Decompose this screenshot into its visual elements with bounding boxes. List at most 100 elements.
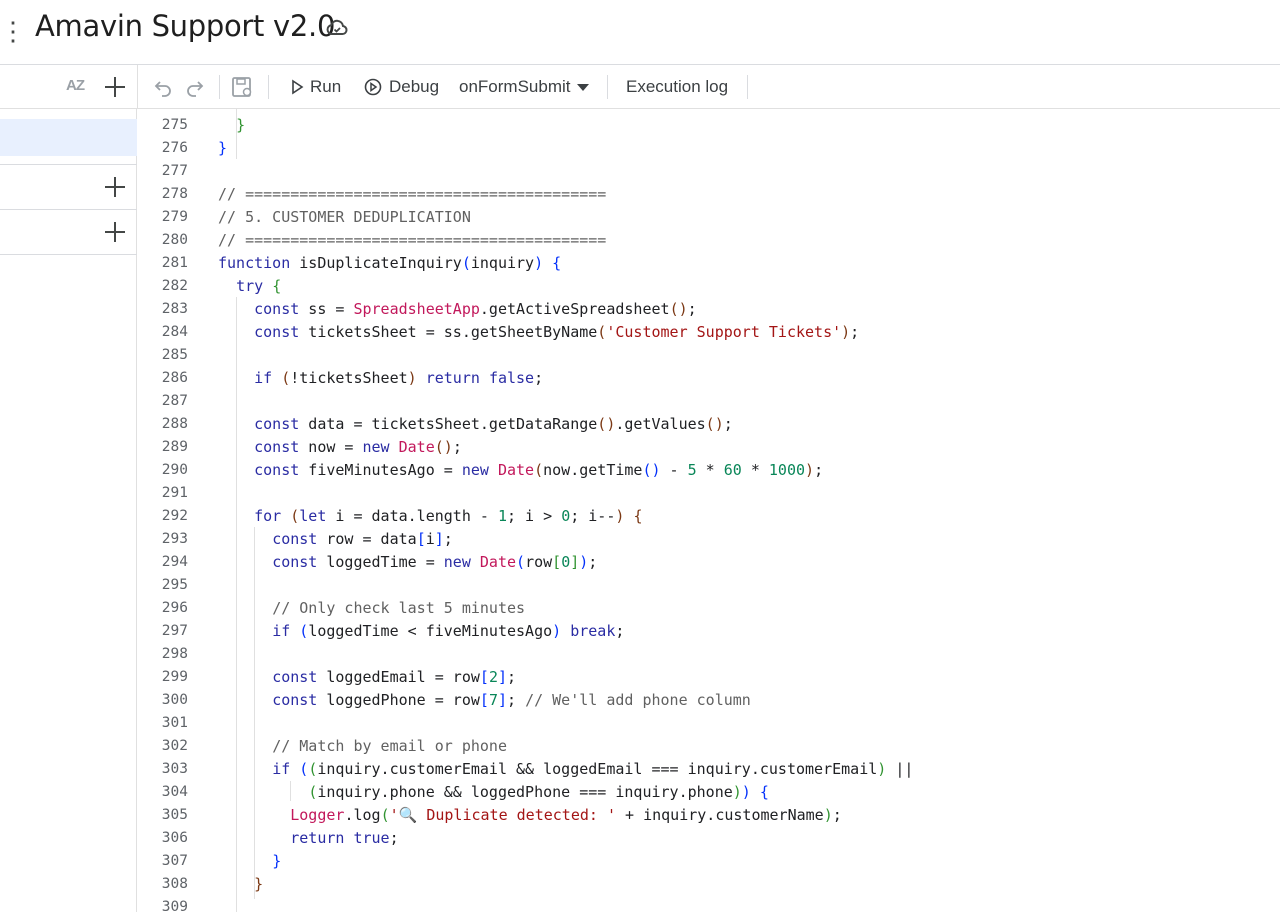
code-line[interactable]: 302 // Match by email or phone [138, 735, 1280, 758]
code-token: 0 [561, 507, 571, 525]
save-icon[interactable] [230, 75, 254, 99]
code-token: .getValues [615, 415, 706, 433]
code-token: * [696, 461, 724, 479]
code-line[interactable]: 298 [138, 643, 1280, 666]
code-token: ) [823, 806, 833, 824]
code-text: const ss = SpreadsheetApp.getActiveSprea… [218, 298, 697, 321]
execution-log-button[interactable]: Execution log [626, 65, 728, 109]
code-line[interactable]: 306 return true; [138, 827, 1280, 850]
code-line[interactable]: 300 const loggedPhone = row[7]; // We'll… [138, 689, 1280, 712]
code-token: ) [534, 254, 544, 272]
project-title[interactable]: Amavin Support v2.0 [35, 9, 335, 43]
toolbar-separator [219, 75, 220, 99]
code-token: [ [479, 691, 489, 709]
code-token: } [236, 116, 246, 134]
code-token: ( [308, 783, 318, 801]
active-file-item[interactable] [0, 119, 137, 156]
add-file-button[interactable] [103, 75, 127, 99]
line-number: 279 [161, 209, 188, 225]
code-line[interactable]: 309 [138, 896, 1280, 912]
code-text: } [218, 850, 281, 873]
code-token: ; [723, 415, 733, 433]
code-text: // =====================================… [218, 183, 606, 206]
code-token: loggedPhone = row [317, 691, 480, 709]
code-line[interactable]: 284 const ticketsSheet = ss.getSheetByNa… [138, 321, 1280, 344]
code-line[interactable]: 289 const now = new Date(); [138, 436, 1280, 459]
code-line[interactable]: 308 } [138, 873, 1280, 896]
code-line[interactable]: 278 // ==================================… [138, 183, 1280, 206]
app-menu-icon[interactable]: ⋮ [0, 18, 26, 44]
code-token: if [254, 369, 273, 387]
code-line[interactable]: 305 Logger.log('🔍 Duplicate detected: ' … [138, 804, 1280, 827]
code-token: 60 [723, 461, 742, 479]
code-text: const data = ticketsSheet.getDataRange()… [218, 413, 733, 436]
code-line[interactable]: 286 if (!ticketsSheet) return false; [138, 367, 1280, 390]
code-line[interactable]: 281 function isDuplicateInquiry(inquiry) … [138, 252, 1280, 275]
code-token: 1000 [768, 461, 806, 479]
line-number: 291 [161, 485, 188, 501]
code-line[interactable]: 292 for (let i = data.length - 1; i > 0;… [138, 505, 1280, 528]
code-token: ( [597, 323, 607, 341]
code-line[interactable]: 275 } [138, 114, 1280, 137]
code-line[interactable]: 280 // ==================================… [138, 229, 1280, 252]
code-token: const [272, 553, 318, 571]
code-line[interactable]: 299 const loggedEmail = row[2]; [138, 666, 1280, 689]
line-number: 292 [161, 508, 188, 524]
function-select[interactable]: onFormSubmit [459, 65, 596, 109]
code-line[interactable]: 296 // Only check last 5 minutes [138, 597, 1280, 620]
code-token: let [299, 507, 327, 525]
code-token: const [254, 438, 300, 456]
line-number: 285 [161, 347, 188, 363]
line-number: 304 [161, 784, 188, 800]
code-line[interactable]: 303 if ((inquiry.customerEmail && logged… [138, 758, 1280, 781]
code-token: isDuplicateInquiry [290, 254, 462, 272]
code-line[interactable]: 304 (inquiry.phone && loggedPhone === in… [138, 781, 1280, 804]
code-token: SpreadsheetApp [353, 300, 480, 318]
add-service-button[interactable] [103, 220, 127, 244]
code-line[interactable]: 290 const fiveMinutesAgo = new Date(now.… [138, 459, 1280, 482]
code-token: Logger [290, 806, 345, 824]
code-line[interactable]: 297 if (loggedTime < fiveMinutesAgo) bre… [138, 620, 1280, 643]
undo-icon[interactable] [151, 75, 175, 99]
code-token: // 5. CUSTOMER DEDUPLICATION [218, 208, 471, 226]
add-library-button[interactable] [103, 175, 127, 199]
line-number: 282 [161, 278, 188, 294]
code-line[interactable]: 285 [138, 344, 1280, 367]
code-line[interactable]: 287 [138, 390, 1280, 413]
code-text: if (!ticketsSheet) return false; [218, 367, 543, 390]
cloud-saved-icon[interactable] [325, 16, 349, 40]
code-line[interactable]: 288 const data = ticketsSheet.getDataRan… [138, 413, 1280, 436]
line-number: 281 [161, 255, 188, 271]
line-number: 289 [161, 439, 188, 455]
redo-icon[interactable] [183, 75, 207, 99]
code-line[interactable]: 276} [138, 137, 1280, 160]
code-line[interactable]: 279 // 5. CUSTOMER DEDUPLICATION [138, 206, 1280, 229]
code-editor[interactable]: 275 } 276} 277 278// ======================… [138, 109, 1280, 912]
run-button[interactable]: Run [290, 65, 341, 109]
code-line[interactable]: 277 [138, 160, 1280, 183]
code-token: ( [461, 254, 471, 272]
code-token: ; [443, 530, 453, 548]
code-line[interactable]: 295 [138, 574, 1280, 597]
debug-button[interactable]: Debug [363, 65, 439, 109]
code-line[interactable]: 283 const ss = SpreadsheetApp.getActiveS… [138, 298, 1280, 321]
code-line[interactable]: 282 try { [138, 275, 1280, 298]
line-number: 303 [161, 761, 188, 777]
code-token: { [759, 783, 769, 801]
code-line[interactable]: 291 [138, 482, 1280, 505]
code-token: 2 [488, 668, 498, 686]
code-line[interactable]: 307 } [138, 850, 1280, 873]
code-token: { [272, 277, 282, 295]
code-line[interactable]: 293 const row = data[i]; [138, 528, 1280, 551]
code-line[interactable]: 301 [138, 712, 1280, 735]
code-token: ; [534, 369, 544, 387]
code-line[interactable]: 294 const loggedTime = new Date(row[0]); [138, 551, 1280, 574]
code-text: // 5. CUSTOMER DEDUPLICATION [218, 206, 471, 229]
sort-az-icon[interactable]: AZ [66, 77, 85, 94]
code-text: (inquiry.phone && loggedPhone === inquir… [218, 781, 769, 804]
